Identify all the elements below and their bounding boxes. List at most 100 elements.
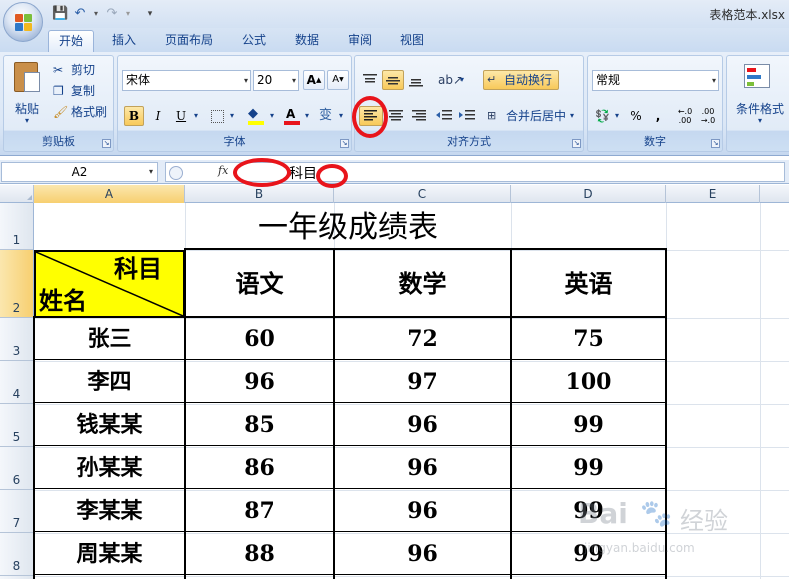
redo-icon[interactable]: ↷: [104, 6, 120, 22]
column-header-d[interactable]: D: [511, 185, 666, 203]
tab-review[interactable]: 审阅: [338, 30, 382, 52]
score-cell[interactable]: 96: [335, 533, 510, 575]
font-color-button[interactable]: A ▾: [280, 106, 314, 126]
score-cell[interactable]: 85: [186, 404, 333, 446]
subject-header[interactable]: 语文: [186, 250, 333, 317]
clipboard-launcher-icon[interactable]: ↘: [102, 139, 111, 148]
score-cell[interactable]: 96: [335, 447, 510, 489]
align-bottom-icon: [409, 79, 423, 87]
diagonal-header-cell[interactable]: 科目 姓名: [34, 250, 185, 318]
decrease-decimal-button[interactable]: .00 →.0: [697, 106, 719, 126]
align-middle-button[interactable]: [382, 70, 404, 90]
customize-qat-icon[interactable]: ▾: [142, 6, 158, 22]
column-header-c[interactable]: C: [334, 185, 511, 203]
row-header-7[interactable]: 7: [0, 490, 33, 533]
wrap-text-button[interactable]: ↵ 自动换行: [483, 70, 559, 90]
bold-button[interactable]: B: [124, 106, 144, 126]
italic-button[interactable]: I: [148, 106, 168, 126]
align-top-button[interactable]: [359, 70, 381, 90]
student-name-cell[interactable]: 周某某: [35, 533, 184, 575]
score-cell[interactable]: 99: [512, 447, 665, 489]
font-launcher-icon[interactable]: ↘: [340, 139, 349, 148]
student-name-cell[interactable]: 李四: [35, 361, 184, 403]
chevron-down-icon[interactable]: ▾: [149, 163, 153, 181]
paste-button[interactable]: 粘贴 ▾: [10, 60, 44, 130]
row-header-2[interactable]: 2: [0, 250, 33, 318]
align-right-button[interactable]: [408, 106, 430, 126]
score-cell[interactable]: 99: [512, 404, 665, 446]
undo-icon[interactable]: ↶: [72, 6, 88, 22]
student-name-cell[interactable]: 李某某: [35, 490, 184, 532]
shrink-font-button[interactable]: A▼: [327, 70, 349, 90]
fill-color-button[interactable]: ◆ ▾: [244, 106, 280, 126]
column-header-b[interactable]: B: [185, 185, 334, 203]
increase-indent-button[interactable]: [456, 106, 478, 126]
fx-icon[interactable]: fx: [218, 164, 228, 177]
subject-header[interactable]: 英语: [512, 250, 665, 317]
score-cell[interactable]: 96: [186, 361, 333, 403]
score-cell[interactable]: 86: [186, 447, 333, 489]
row-header-6[interactable]: 6: [0, 447, 33, 490]
percent-button[interactable]: %: [626, 106, 646, 126]
paste-icon: [14, 62, 40, 92]
subject-header[interactable]: 数学: [335, 250, 510, 317]
tab-insert[interactable]: 插入: [102, 30, 146, 52]
select-all-button[interactable]: [0, 185, 34, 203]
score-cell[interactable]: 96: [335, 404, 510, 446]
save-icon[interactable]: 💾: [52, 6, 68, 22]
underline-dropdown-icon[interactable]: ▾: [191, 106, 201, 126]
align-center-button[interactable]: [385, 106, 407, 126]
tab-home[interactable]: 开始: [48, 30, 94, 52]
font-size-select[interactable]: 20 ▾: [253, 70, 299, 91]
number-launcher-icon[interactable]: ↘: [711, 139, 720, 148]
score-cell[interactable]: 60: [186, 318, 333, 360]
copy-button[interactable]: ❐ 复制: [50, 81, 110, 101]
name-box[interactable]: A2 ▾: [1, 162, 158, 182]
cut-button[interactable]: ✂ 剪切: [50, 60, 110, 80]
score-cell[interactable]: 75: [512, 318, 665, 360]
align-bottom-button[interactable]: [405, 70, 427, 90]
accounting-format-button[interactable]: 💱 ▾: [592, 106, 622, 126]
phonetic-button[interactable]: 变 ▾: [316, 106, 350, 126]
decrease-indent-button[interactable]: [433, 106, 455, 126]
tab-view[interactable]: 视图: [390, 30, 434, 52]
wrap-text-label: 自动换行: [504, 73, 553, 87]
undo-dropdown-icon[interactable]: ▾: [88, 6, 104, 22]
tab-data[interactable]: 数据: [284, 30, 330, 52]
column-header-e[interactable]: E: [666, 185, 760, 203]
score-cell[interactable]: 96: [335, 490, 510, 532]
orientation-button[interactable]: ab↗ ▾: [433, 70, 467, 90]
office-button[interactable]: [3, 2, 43, 42]
student-name-cell[interactable]: 钱某某: [35, 404, 184, 446]
conditional-formatting-button[interactable]: 条件格式 ▾: [731, 60, 789, 130]
borders-button[interactable]: ▾: [206, 106, 240, 126]
comma-button[interactable]: ,: [648, 106, 668, 126]
tab-formulas[interactable]: 公式: [232, 30, 276, 52]
tab-page-layout[interactable]: 页面布局: [156, 30, 222, 52]
column-header-a[interactable]: A: [34, 185, 185, 203]
row-header-5[interactable]: 5: [0, 404, 33, 447]
format-painter-button[interactable]: 🖌 格式刷: [50, 102, 114, 122]
alignment-launcher-icon[interactable]: ↘: [572, 139, 581, 148]
number-format-select[interactable]: 常规 ▾: [592, 70, 719, 91]
row-header-1[interactable]: 1: [0, 203, 33, 250]
score-cell[interactable]: 88: [186, 533, 333, 575]
score-cell[interactable]: 87: [186, 490, 333, 532]
merge-center-button[interactable]: ⊞ 合并后居中 ▾: [483, 106, 579, 126]
underline-button[interactable]: U: [171, 106, 191, 126]
student-name-cell[interactable]: 张三: [35, 318, 184, 360]
increase-decimal-button[interactable]: ←.0.00: [674, 106, 696, 126]
row-header-8[interactable]: 8: [0, 533, 33, 576]
align-center-icon: [389, 110, 403, 121]
collapse-icon[interactable]: [169, 166, 183, 180]
score-cell[interactable]: 100: [512, 361, 665, 403]
redo-dropdown-icon[interactable]: ▾: [120, 6, 136, 22]
grow-font-button[interactable]: A▲: [303, 70, 325, 90]
row-header-3[interactable]: 3: [0, 318, 33, 361]
row-header-4[interactable]: 4: [0, 361, 33, 404]
score-cell[interactable]: 97: [335, 361, 510, 403]
header-subject: 科目: [114, 254, 162, 283]
student-name-cell[interactable]: 孙某某: [35, 447, 184, 489]
score-cell[interactable]: 72: [335, 318, 510, 360]
font-name-select[interactable]: 宋体 ▾: [122, 70, 251, 91]
